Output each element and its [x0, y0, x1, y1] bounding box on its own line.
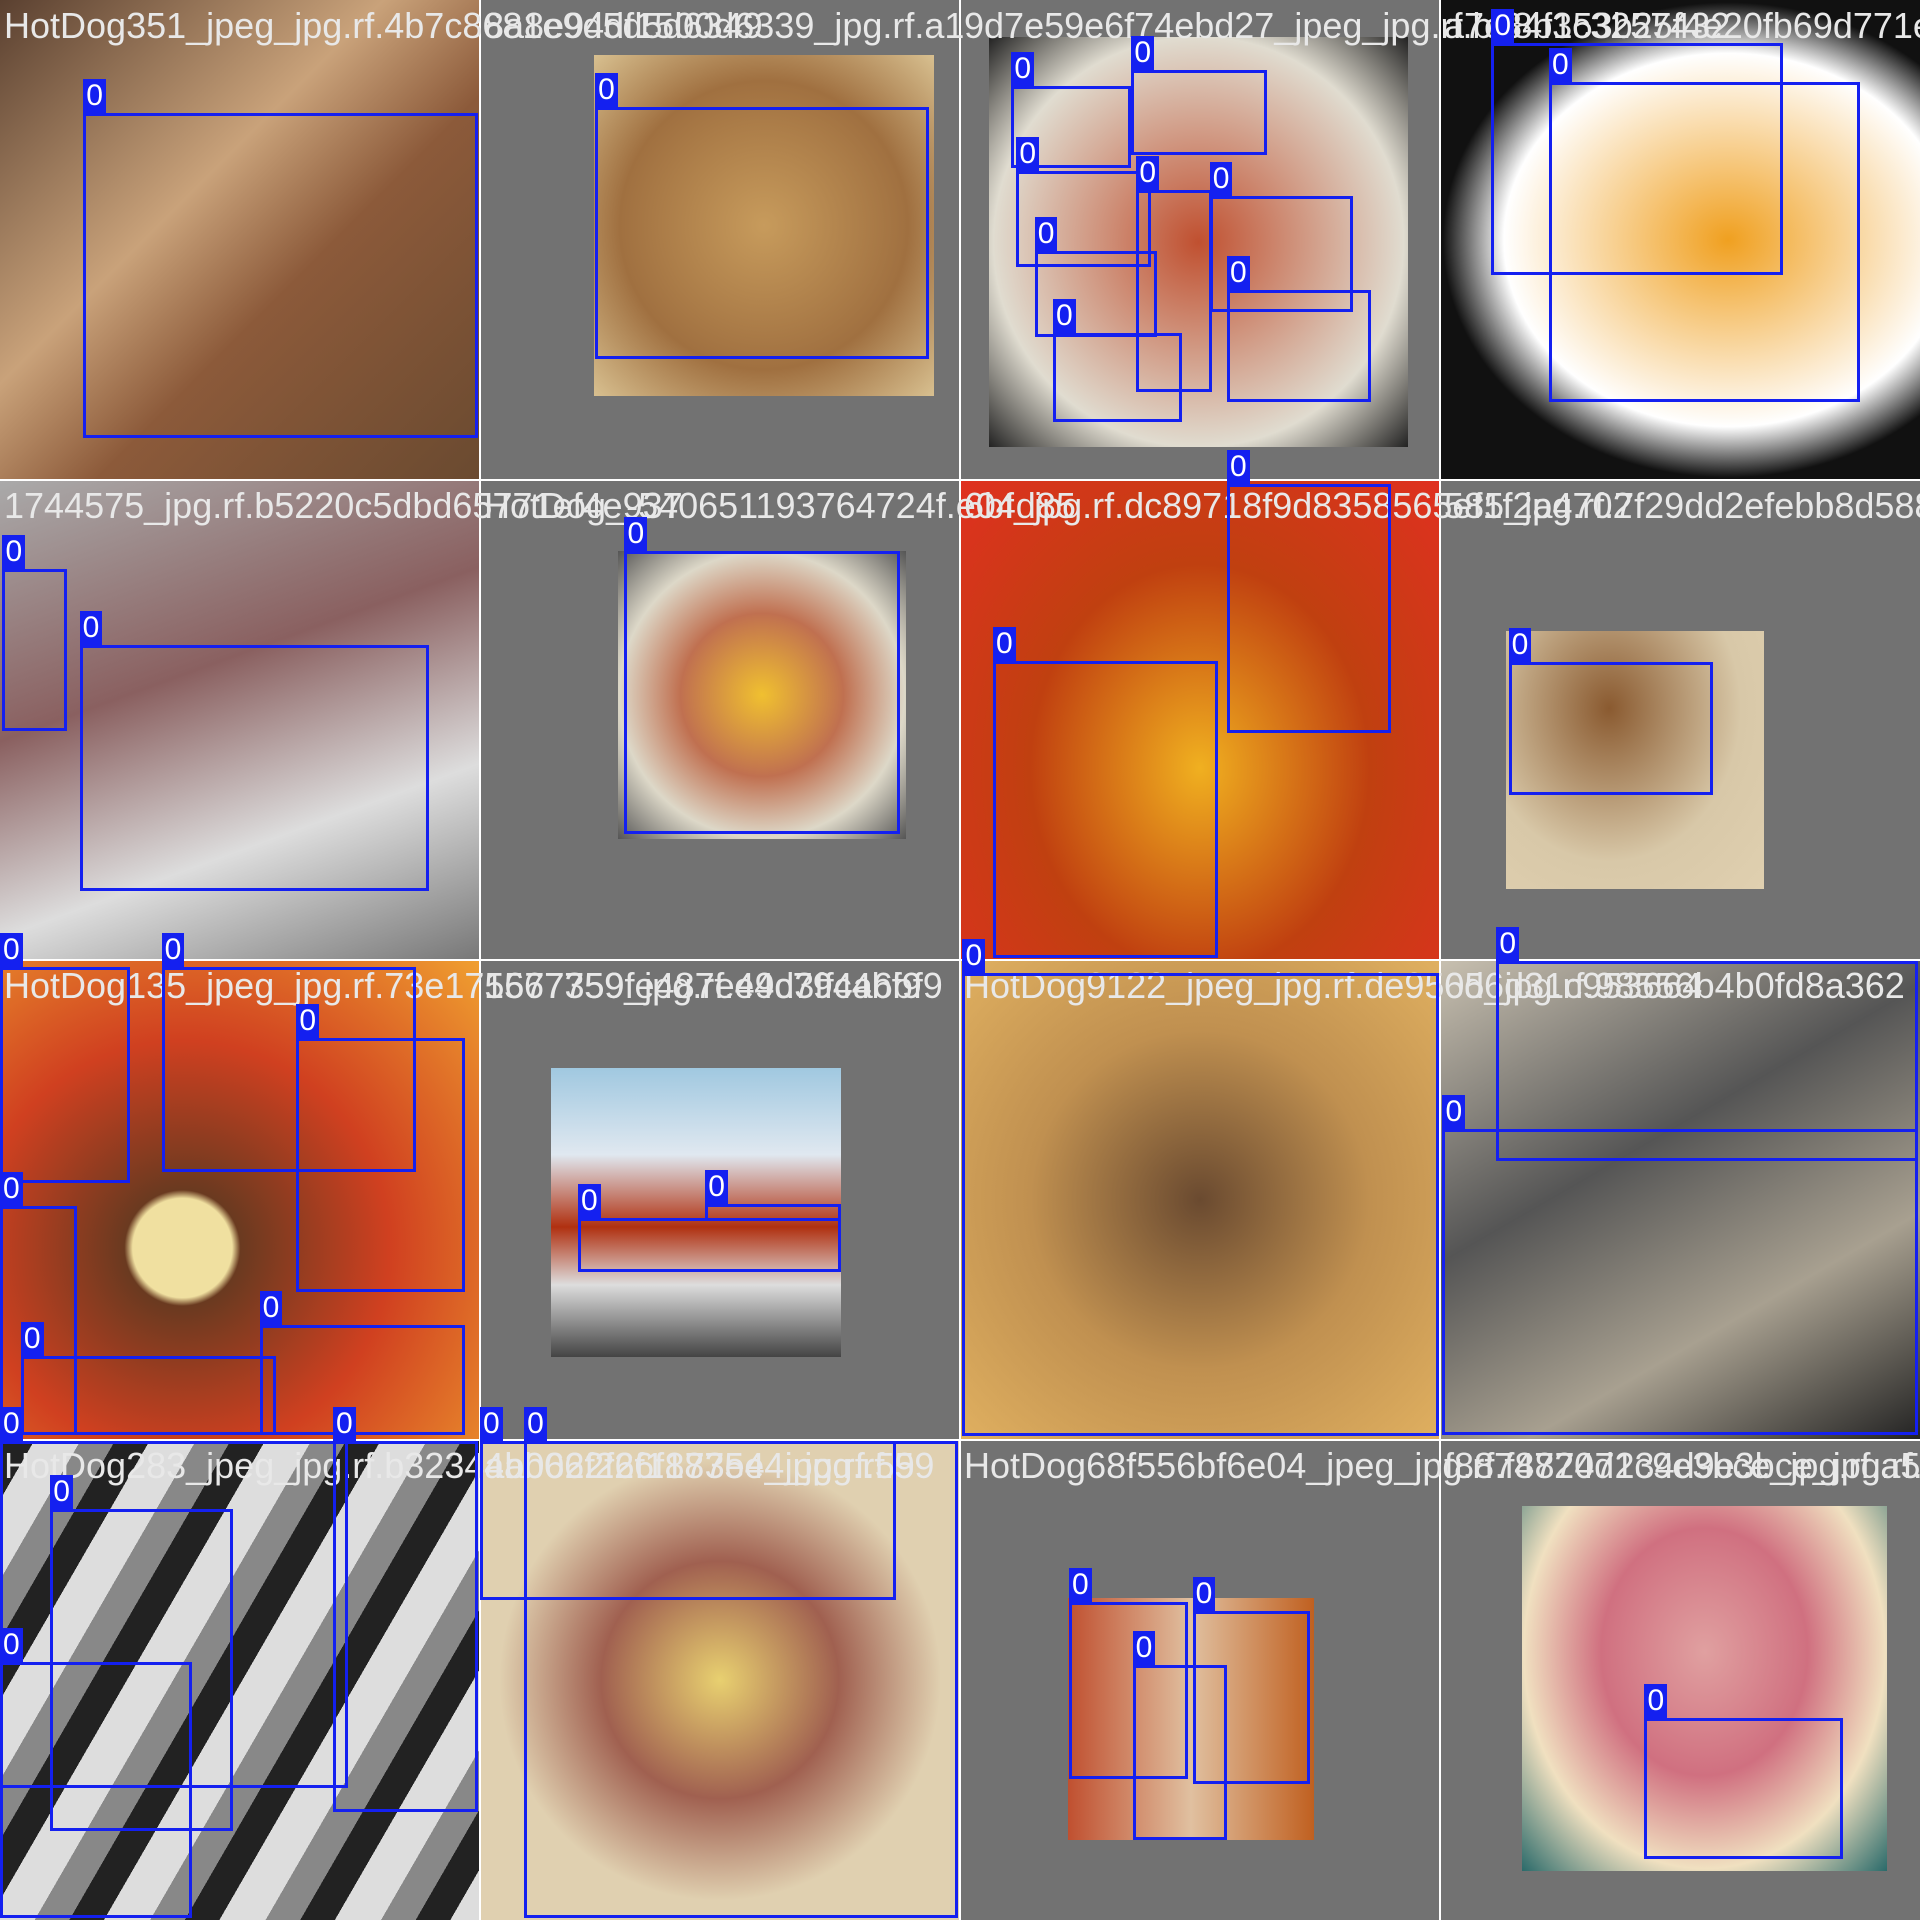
class-label: 0: [1548, 48, 1572, 83]
bounding-box: [0, 967, 130, 1183]
class-label: 0: [1226, 256, 1250, 291]
bounding-box: [333, 1441, 478, 1813]
class-label: 0: [0, 933, 23, 968]
class-label: 0: [962, 939, 986, 974]
class-label: 0: [1011, 51, 1035, 86]
class-label: 0: [1034, 217, 1058, 252]
class-label: 0: [624, 517, 648, 552]
bounding-box: [1132, 1665, 1227, 1841]
filename-label: 585_jpg.rf.7f29dd2efebb8d588: [1444, 485, 1920, 526]
filename-label: 9d7e59e6f74ebd27_jpeg_jpg.rf.b78b153b25f…: [964, 5, 1920, 46]
class-label: 0: [79, 611, 103, 646]
bounding-box: [1508, 662, 1714, 795]
bounding-box: [1131, 69, 1268, 156]
bounding-box: [1548, 82, 1860, 402]
bounding-box: [259, 1324, 466, 1436]
class-label: 0: [20, 1321, 44, 1356]
class-label: 0: [1226, 449, 1250, 484]
class-label: 0: [993, 627, 1016, 662]
class-label: 0: [0, 1627, 23, 1662]
bounding-box: [624, 551, 900, 834]
class-label: 0: [1053, 299, 1076, 334]
class-label: 0: [524, 1407, 547, 1442]
class-label: 0: [577, 1184, 601, 1219]
bounding-box: [962, 973, 1439, 1437]
class-label: 0: [83, 78, 106, 113]
bounding-box: [705, 1203, 842, 1221]
filename-label: 1567759_jpg.rf.e4d3ffc4bf9: [484, 965, 922, 1006]
bounding-box: [1442, 1128, 1918, 1436]
class-label: 0: [2, 535, 26, 570]
class-label: 0: [50, 1474, 73, 1509]
class-label: 0: [1209, 161, 1233, 196]
filename-label: 8a8e94df1500d6339_jpg.rf.a1: [484, 5, 965, 46]
class-label: 0: [1016, 137, 1039, 172]
class-label: 0: [161, 933, 185, 968]
bounding-box: [296, 1038, 466, 1292]
class-label: 0: [480, 1407, 503, 1442]
bounding-box: [79, 645, 429, 892]
bounding-box: [20, 1355, 276, 1436]
class-label: 0: [1491, 8, 1515, 43]
class-label: 0: [296, 1004, 319, 1039]
class-label: 0: [1132, 1631, 1156, 1666]
class-label: 0: [1192, 1577, 1216, 1612]
bounding-box: [1136, 189, 1213, 392]
bounding-box: [577, 1218, 842, 1273]
class-label: 0: [1496, 927, 1519, 962]
bounding-box: [1226, 290, 1372, 402]
bounding-box: [1226, 483, 1392, 734]
filename-label: a7c84f3c3257432: [1444, 5, 1731, 46]
bounding-box: [1644, 1717, 1843, 1859]
class-label: 0: [1136, 155, 1159, 190]
grid-line: [1439, 0, 1441, 1920]
class-label: 0: [1644, 1683, 1668, 1718]
bounding-box: [595, 106, 930, 359]
training-batch-mosaic: HotDog351_jpeg_jpg.rf.4b7c8681e9d5d5d634…: [0, 0, 1920, 1920]
class-label: 0: [1068, 1567, 1092, 1602]
class-label: 0: [259, 1290, 283, 1325]
filename-label: f8874720d1c9e3bce_jpg.rf.a5: [1444, 1445, 1920, 1486]
bounding-box: [524, 1441, 958, 1918]
class-label: 0: [705, 1169, 728, 1204]
class-label: 0: [0, 1172, 23, 1207]
class-label: 0: [1131, 35, 1155, 70]
class-label: 0: [333, 1407, 356, 1442]
class-label: 0: [595, 72, 618, 107]
bounding-box: [993, 661, 1219, 958]
class-label: 0: [1442, 1094, 1466, 1129]
bounding-box: [83, 112, 478, 439]
class-label: 0: [1508, 628, 1532, 663]
bounding-box: [2, 569, 68, 731]
class-label: 0: [0, 1407, 23, 1442]
